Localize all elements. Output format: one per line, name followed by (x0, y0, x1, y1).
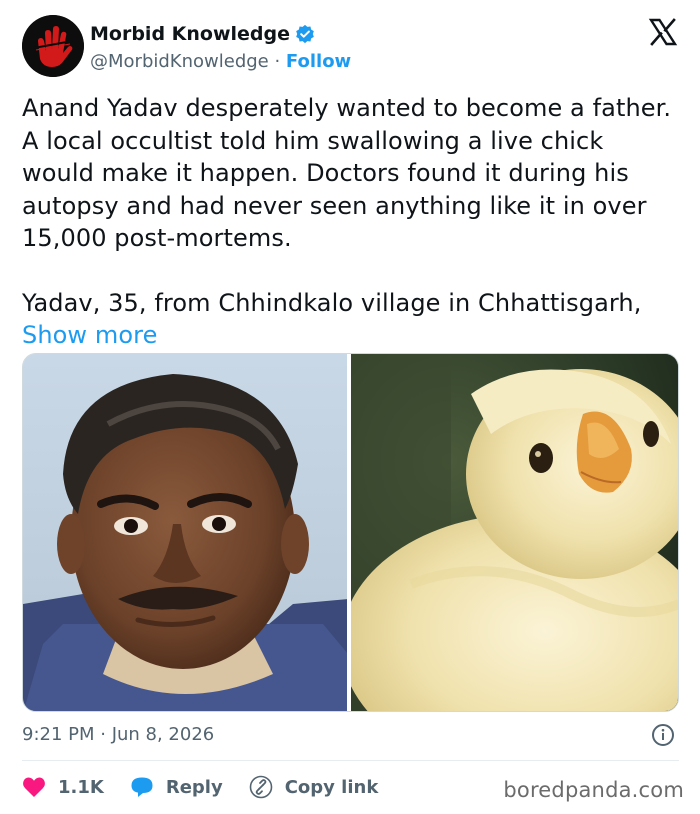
link-icon (249, 775, 273, 799)
reply-bubble-icon (131, 777, 153, 797)
avatar[interactable] (22, 15, 84, 77)
tweet-paragraph-2: Yadav, 35, from Chhindkalo village in Ch… (22, 287, 682, 352)
handle-row: @MorbidKnowledge · Follow (90, 51, 351, 72)
show-more-link[interactable]: Show more (22, 321, 157, 349)
yellow-chick-photo[interactable] (351, 354, 678, 711)
tweet-header: Morbid Knowledge @MorbidKnowledge · Foll… (22, 15, 682, 79)
author-name[interactable]: Morbid Knowledge (90, 23, 290, 45)
copy-link-button[interactable]: Copy link (249, 775, 379, 799)
portrait-of-man-photo[interactable] (23, 354, 347, 711)
red-handprint-logo-icon (22, 15, 84, 77)
divider (22, 760, 679, 761)
yellow-chick-image (351, 354, 678, 711)
media-grid (22, 353, 679, 712)
author-block: Morbid Knowledge @MorbidKnowledge · Foll… (90, 23, 351, 72)
info-icon[interactable] (651, 723, 675, 747)
author-handle[interactable]: @MorbidKnowledge (90, 51, 269, 72)
timestamp[interactable]: 9:21 PM · Jun 8, 2026 (22, 724, 214, 745)
watermark: boredpanda.com (503, 778, 684, 802)
follow-button[interactable]: Follow (286, 51, 351, 72)
tweet-paragraph-1: Anand Yadav desperately wanted to become… (22, 94, 672, 252)
portrait-of-man-image (23, 354, 347, 711)
tweet-text: Anand Yadav desperately wanted to become… (22, 92, 682, 352)
copy-link-label: Copy link (284, 776, 379, 798)
tweet-paragraph-2-text: Yadav, 35, from Chhindkalo village in Ch… (22, 288, 642, 317)
x-logo-icon[interactable] (648, 17, 678, 47)
reply-button[interactable]: Reply (130, 776, 223, 798)
heart-icon (23, 777, 45, 797)
like-button[interactable]: 1.1K (22, 776, 104, 798)
action-bar: 1.1K Reply Copy link (22, 772, 404, 802)
verified-badge-icon (296, 24, 314, 44)
like-count: 1.1K (58, 776, 104, 798)
separator: · (268, 51, 286, 72)
reply-label: Reply (165, 776, 223, 798)
